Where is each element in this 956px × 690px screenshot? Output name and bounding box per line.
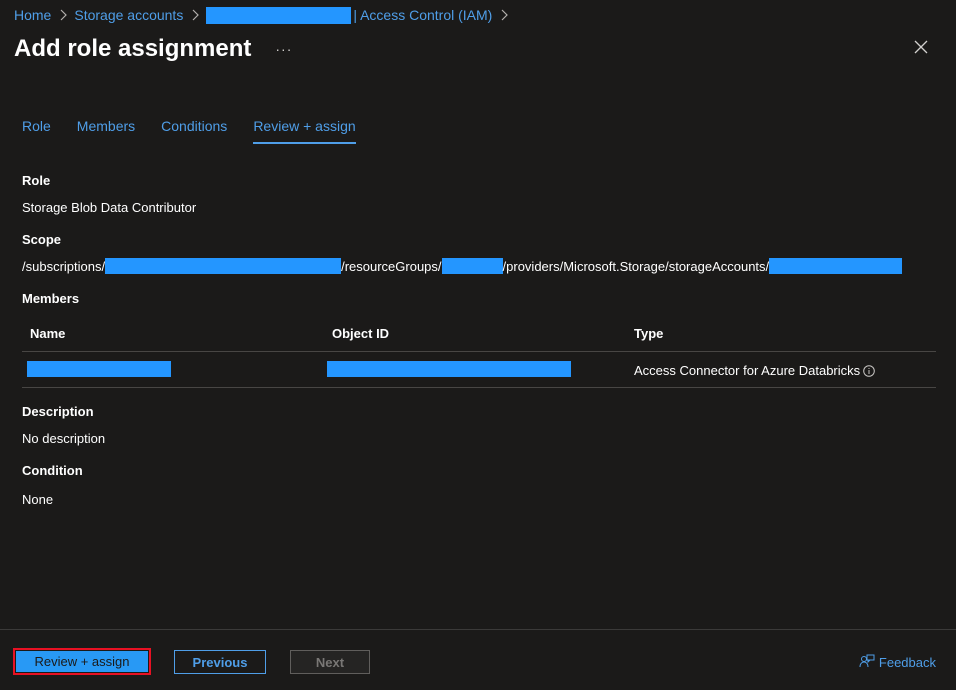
- scope-resource-groups-prefix: /resourceGroups/: [341, 258, 442, 274]
- tab-conditions[interactable]: Conditions: [161, 118, 227, 142]
- breadcrumb-home[interactable]: Home: [14, 7, 51, 23]
- info-icon[interactable]: [863, 365, 875, 380]
- member-type-cell: Access Connector for Azure Databricks: [634, 363, 875, 380]
- footer-divider: [0, 629, 956, 630]
- condition-value: None: [22, 492, 54, 507]
- add-role-assignment-page: Home Storage accounts | Access Control (…: [0, 0, 956, 690]
- breadcrumb-storage-accounts[interactable]: Storage accounts: [74, 7, 183, 23]
- table-row: Access Connector for Azure Databricks: [22, 352, 936, 388]
- feedback-label: Feedback: [878, 654, 936, 670]
- redacted-storage-account: [769, 258, 903, 274]
- close-icon[interactable]: [914, 40, 928, 54]
- redacted-member-name: [27, 361, 171, 377]
- redacted-resource-group: [441, 258, 503, 274]
- feedback-icon: [859, 654, 875, 668]
- column-header-name: Name: [30, 326, 66, 341]
- column-header-type: Type: [634, 326, 664, 341]
- member-type: Access Connector for Azure Databricks: [634, 363, 861, 378]
- next-button[interactable]: Next: [290, 650, 370, 674]
- redacted-subscription-id: [105, 258, 342, 274]
- scope-value: /subscriptions/ /resourceGroups/ /provid…: [22, 258, 903, 274]
- members-table: Name Object ID Type Access Connector for…: [22, 316, 936, 388]
- more-options-icon[interactable]: ···: [275, 41, 292, 57]
- role-label: Role: [22, 173, 51, 188]
- wizard-tabs: Role Members Conditions Review + assign: [22, 118, 382, 144]
- breadcrumb-access-control[interactable]: | Access Control (IAM): [353, 7, 492, 23]
- title-row: Add role assignment ···: [14, 33, 292, 65]
- scope-label: Scope: [22, 232, 62, 247]
- condition-label: Condition: [22, 463, 83, 478]
- role-value: Storage Blob Data Contributor: [22, 200, 197, 215]
- scope-subscriptions-prefix: /subscriptions/: [22, 258, 106, 274]
- members-table-header: Name Object ID Type: [22, 316, 936, 352]
- tab-role[interactable]: Role: [22, 118, 51, 142]
- column-header-object-id: Object ID: [332, 326, 390, 341]
- redacted-object-id: [327, 361, 571, 377]
- description-value: No description: [22, 431, 106, 446]
- chevron-right-icon: [191, 9, 200, 21]
- tab-members[interactable]: Members: [77, 118, 135, 142]
- chevron-right-icon: [59, 9, 68, 21]
- page-title: Add role assignment: [14, 35, 252, 62]
- description-label: Description: [22, 404, 94, 419]
- chevron-right-icon: [500, 9, 509, 21]
- breadcrumb: Home Storage accounts | Access Control (…: [14, 6, 515, 24]
- review-assign-highlight: Review + assign: [13, 648, 151, 675]
- previous-button[interactable]: Previous: [174, 650, 266, 674]
- redacted-storage-account-name: [206, 6, 352, 24]
- scope-providers-path: /providers/Microsoft.Storage/storageAcco…: [502, 258, 770, 274]
- feedback-link[interactable]: Feedback: [859, 654, 936, 670]
- members-label: Members: [22, 291, 80, 306]
- tab-review-assign[interactable]: Review + assign: [253, 118, 356, 144]
- review-assign-button[interactable]: Review + assign: [16, 651, 148, 672]
